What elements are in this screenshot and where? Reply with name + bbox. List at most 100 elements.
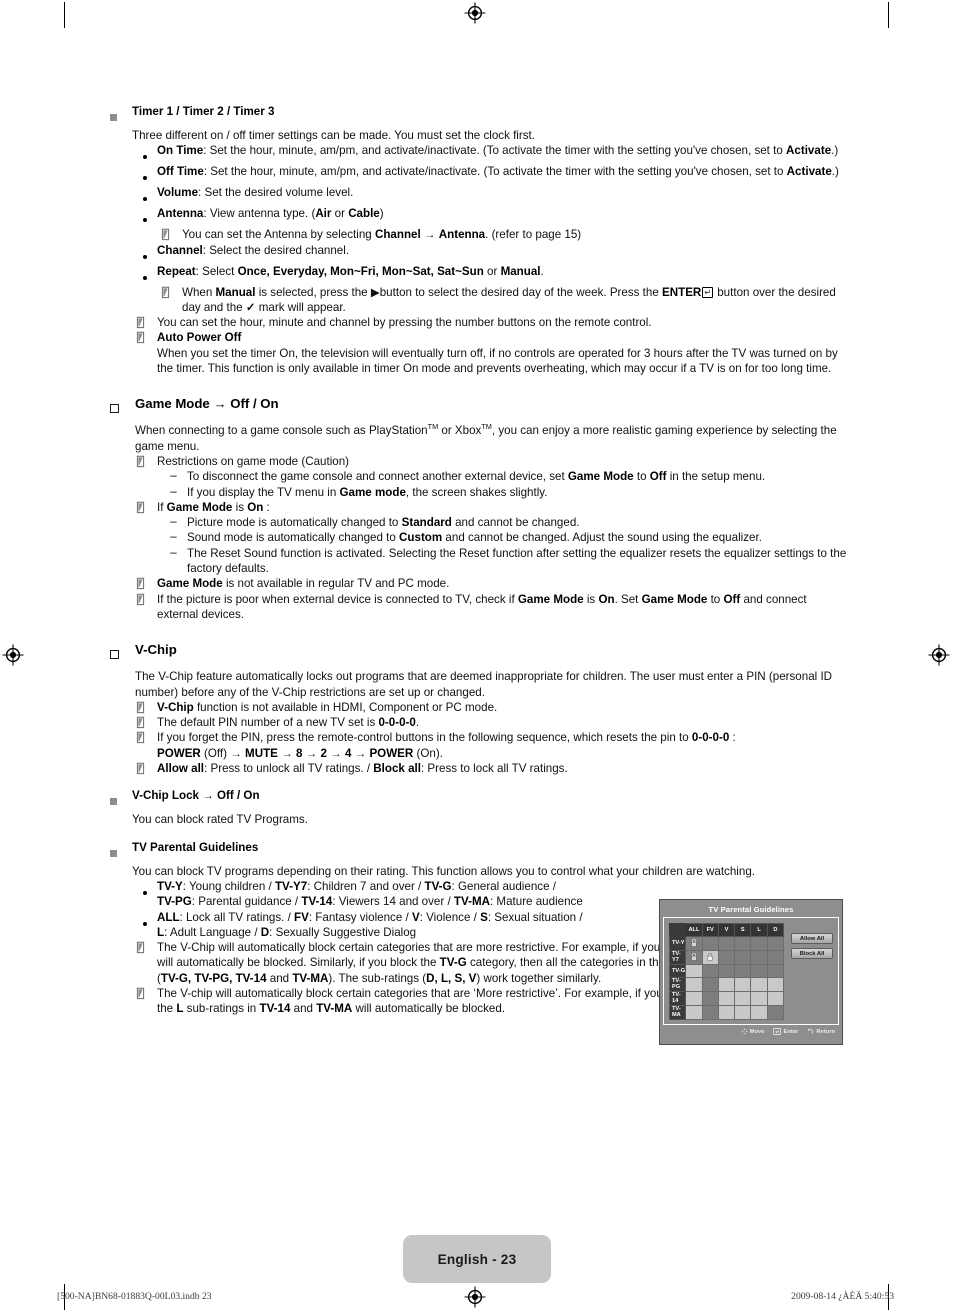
osd-cell-tv14-fv[interactable] [701, 990, 719, 1006]
dash-bullet-icon: – [170, 530, 177, 544]
note-if-game-mode-on: If Game Mode is On : [135, 500, 850, 515]
r-t2: : Children 7 and over / [307, 879, 425, 893]
osd-col-all[interactable]: ALL [685, 922, 703, 938]
dash-bullet-icon: – [170, 469, 177, 483]
osd-cell-tv14-all[interactable] [685, 990, 703, 1006]
osd-cell-tvg-s[interactable] [734, 963, 752, 978]
pp-pre: If the picture is poor when external dev… [157, 592, 518, 606]
osd-cell-tvpg-all[interactable] [685, 976, 703, 992]
osd-col-l[interactable]: L [750, 922, 768, 938]
fp-t1: (Off) → [200, 746, 246, 760]
fp-t5: → [351, 746, 370, 760]
osd-cell-tvy-l[interactable] [750, 936, 768, 951]
osd-rowlabel-tvpg[interactable]: TV-PG [668, 976, 687, 992]
r-tvy7: TV-Y7 [274, 879, 308, 893]
osd-cell-tvma-l[interactable] [750, 1004, 768, 1021]
osd-cell-tvy7-l[interactable] [750, 949, 768, 965]
ds-pre: Sound mode is automatically changed to [187, 531, 400, 545]
osd-rowlabel-tv14[interactable]: TV-14 [668, 990, 687, 1006]
antenna-air: Air [315, 207, 332, 221]
osd-col-d[interactable]: D [766, 922, 785, 938]
osd-rowlabel-tvy7[interactable]: TV-Y7 [668, 949, 687, 965]
channel-text: Channel: Select the desired channel. [157, 243, 850, 258]
note-antenna-antenna: Antenna [438, 228, 486, 242]
osd-cell-tvpg-s[interactable] [734, 976, 752, 992]
note-manual-enter: ENTER [662, 285, 702, 299]
osd-col-v[interactable]: V [717, 922, 736, 938]
dash-bullet-icon: – [170, 545, 177, 559]
osd-cell-tv14-l[interactable] [750, 990, 768, 1006]
osd-cell-tvpg-fv[interactable] [701, 976, 719, 992]
osd-cell-tvg-v[interactable] [717, 963, 736, 978]
block-all-button[interactable]: Block All [791, 948, 833, 959]
osd-col-fv[interactable]: FV [701, 922, 719, 938]
repeat-tail: . [540, 264, 544, 278]
pp-gm2: Game Mode [641, 592, 708, 606]
osd-cell-tvg-l[interactable] [750, 963, 768, 978]
osd-cell-tvy-d[interactable] [766, 936, 785, 951]
osd-return-hint[interactable]: Return [807, 1028, 835, 1035]
osd-cell-tvy7-all[interactable] [685, 949, 703, 965]
osd-cell-tvy-all[interactable] [685, 936, 703, 951]
osd-cell-tv14-s[interactable] [734, 990, 752, 1006]
osd-cell-tv14-d[interactable] [766, 990, 785, 1006]
osd-cell-tvy7-s[interactable] [734, 949, 752, 965]
note-icon [135, 592, 157, 606]
sr-fv: FV [294, 910, 309, 924]
osd-cell-tvma-all[interactable] [685, 1004, 703, 1021]
sr-s: S [480, 910, 488, 924]
osd-cell-tvy7-d[interactable] [766, 949, 785, 965]
osd-cell-tvma-fv[interactable] [701, 1004, 719, 1021]
sr-t3: : Violence / [419, 910, 481, 924]
osd-rowlabel-tvy[interactable]: TV-Y [668, 936, 687, 951]
bullet-repeat: Repeat: Select Once, Everyday, Mon~Fri, … [132, 264, 850, 285]
dot-bullet-icon [132, 910, 157, 931]
nmr-p4: sub-ratings in [183, 1002, 260, 1016]
gm-intro-mid: or Xbox [438, 424, 482, 438]
registration-mark-left [2, 644, 24, 666]
osd-cell-tvpg-l[interactable] [750, 976, 768, 992]
osd-cell-tvg-d[interactable] [766, 963, 785, 978]
antenna-text: Antenna: View antenna type. (Air or Cabl… [157, 206, 850, 221]
igo-tail: : [263, 500, 270, 514]
off-time-term2: Activate [786, 165, 832, 179]
r2-t1: : Parental guidance / [191, 895, 302, 909]
off-time-tail: .) [831, 165, 839, 179]
note-vchip-hdmi: V-Chip function is not available in HDMI… [135, 700, 850, 715]
fp-power2: POWER [369, 746, 414, 760]
osd-cell-tvma-s[interactable] [734, 1004, 752, 1021]
fp-t2: → [277, 746, 296, 760]
igo-mid: is [232, 500, 248, 514]
sr-t2: : Fantasy violence / [308, 910, 412, 924]
note-manual-tail: mark will appear. [255, 300, 346, 314]
osd-col-s[interactable]: S [734, 922, 752, 938]
osd-cell-tvy7-fv[interactable] [701, 949, 719, 965]
note-icon [135, 700, 157, 714]
r-tvpg: TV-PG [157, 895, 192, 909]
osd-cell-tvy-fv[interactable] [701, 936, 719, 951]
osd-cell-tvy7-v[interactable] [717, 949, 736, 965]
pp-on: On [598, 592, 615, 606]
ab-tail: : Press to lock all TV ratings. [420, 762, 568, 776]
default-pin-text: The default PIN number of a new TV set i… [157, 715, 850, 730]
timer-intro: Three different on / off timer settings … [132, 129, 535, 142]
allow-all-button[interactable]: Allow All [791, 933, 833, 944]
osd-cell-tvg-fv[interactable] [701, 963, 719, 978]
osd-cell-tv14-v[interactable] [717, 990, 736, 1006]
osd-enter-hint[interactable]: Enter [773, 1028, 798, 1035]
if-game-mode-on-text: If Game Mode is On : [157, 500, 850, 515]
osd-cell-tvg-all[interactable] [685, 963, 703, 978]
antenna-mid: or [331, 207, 349, 221]
note-manual-text: When Manual is selected, press the ▶butt… [182, 285, 850, 316]
osd-rowlabel-tvma[interactable]: TV-MA [668, 1004, 687, 1021]
osd-cell-tvpg-d[interactable] [766, 976, 785, 992]
osd-cell-tvy-v[interactable] [717, 936, 736, 951]
osd-cell-tvma-d[interactable] [766, 1004, 785, 1021]
osd-cell-tvy-s[interactable] [734, 936, 752, 951]
osd-cell-tvma-v[interactable] [717, 1004, 736, 1021]
sr-v: V [411, 910, 420, 924]
osd-move-hint[interactable]: Move [741, 1028, 764, 1035]
osd-rowlabel-tvg[interactable]: TV-G [668, 963, 687, 978]
osd-cell-tvpg-v[interactable] [717, 976, 736, 992]
vh-tail: function is not available in HDMI, Compo… [193, 700, 498, 714]
